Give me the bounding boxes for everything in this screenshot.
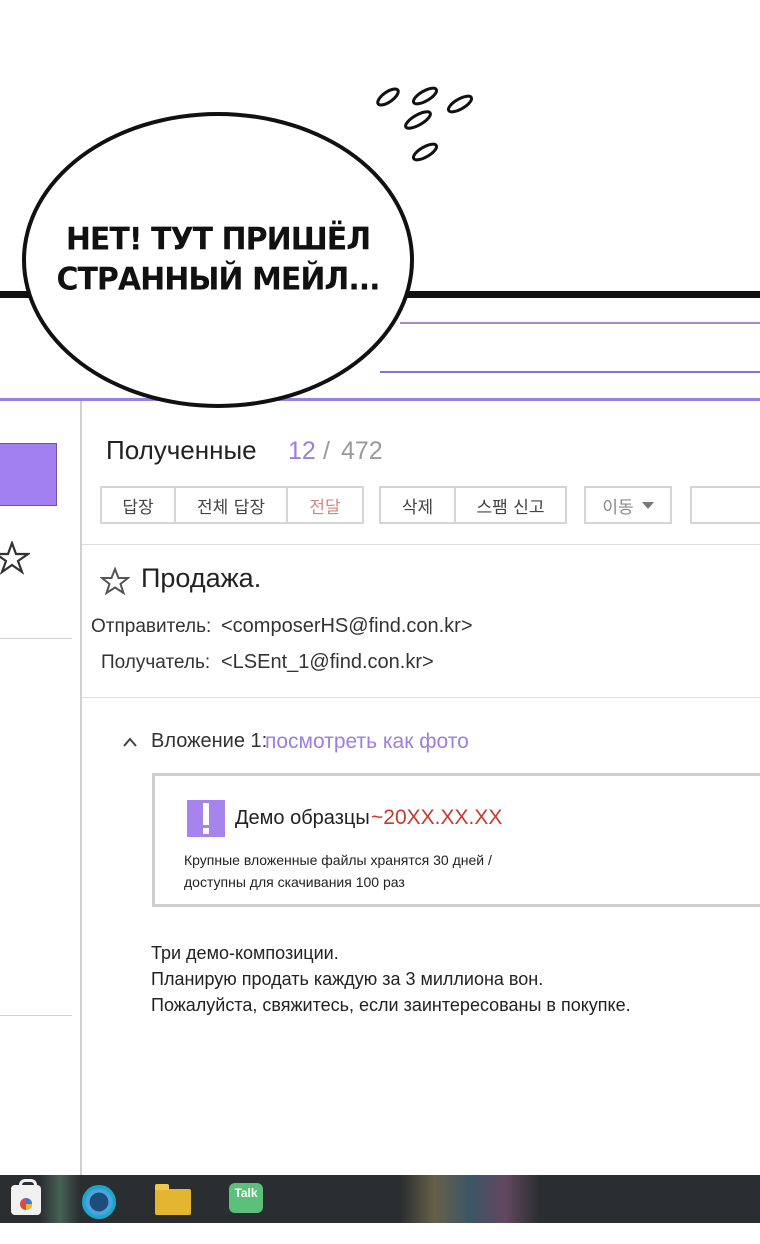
screen-glare — [400, 1175, 540, 1223]
reply-all-button[interactable]: 전체 답장 — [174, 488, 286, 522]
speech-text-line-2: СТРАННЫЙ МЕЙЛ... — [56, 261, 380, 298]
report-spam-button[interactable]: 스팸 신고 — [454, 488, 565, 522]
sidebar-divider — [0, 638, 72, 639]
recipient-address[interactable]: <LSEnt_1@find.con.kr> — [221, 651, 434, 674]
recipient-label: Получатель: — [101, 652, 211, 673]
mail-window: Полученные 12 / 472 답장 전체 답장 전달 삭제 스팸 신고… — [0, 398, 760, 1178]
sidebar-divider — [0, 1015, 72, 1016]
count-separator: / — [323, 437, 330, 465]
attachment-expiry-date: ~20XX.XX.XX — [371, 806, 503, 829]
speech-text-line-1: НЕТ! ТУТ ПРИШЁЛ — [65, 221, 371, 258]
left-sidebar — [0, 401, 82, 1178]
delete-button[interactable]: 삭제 — [381, 488, 454, 522]
total-count: 472 — [341, 437, 383, 465]
attachment-note-line-2: доступны для скачивания 100 раз — [184, 874, 405, 890]
compose-button[interactable] — [0, 443, 57, 506]
attachment-label: Вложение 1: — [151, 730, 268, 752]
sender-label: Отправитель: — [91, 616, 212, 637]
view-as-photo-link[interactable]: посмотреть как фото — [265, 730, 469, 754]
reply-button[interactable]: 답장 — [102, 488, 174, 522]
move-button[interactable]: 이동 — [586, 488, 670, 522]
move-dropdown[interactable]: 이동 — [584, 486, 672, 524]
dropdown-caret-icon — [641, 501, 654, 509]
sender-address[interactable]: <composerHS@find.con.kr> — [221, 615, 473, 638]
mail-subject: Продажа. — [141, 563, 262, 593]
attachment-file-name[interactable]: Демо образцы — [235, 807, 370, 830]
store-icon[interactable] — [11, 1179, 41, 1215]
star-icon[interactable] — [100, 567, 130, 595]
folder-icon[interactable] — [155, 1184, 191, 1215]
toolbar-divider — [82, 544, 760, 545]
mail-body-line: Три демо-композиции. — [151, 943, 339, 963]
attachment-note-line-1: Крупные вложенные файлы хранятся 30 дней… — [184, 852, 492, 868]
mail-body-line: Пожалуйста, свяжитесь, если заинтересова… — [151, 995, 631, 1015]
chat-app-label: Talk — [234, 1186, 258, 1200]
window-top-line — [400, 322, 760, 324]
speech-bubble: НЕТ! ТУТ ПРИШЁЛ СТРАННЫЙ МЕЙЛ... — [22, 112, 414, 408]
chevron-up-icon[interactable] — [122, 736, 138, 748]
header-divider — [82, 697, 760, 698]
browser-icon[interactable] — [82, 1185, 116, 1219]
folder-title: Полученные — [106, 435, 257, 465]
reply-button-group: 답장 전체 답장 전달 — [100, 486, 364, 524]
action-button-group: 삭제 스팸 신고 — [379, 486, 567, 524]
forward-button[interactable]: 전달 — [286, 488, 362, 522]
taskbar: Talk — [0, 1175, 760, 1223]
window-top-line-2 — [380, 371, 760, 373]
chat-app-icon[interactable]: Talk — [229, 1183, 263, 1213]
unread-count: 12 — [288, 437, 316, 465]
attachment-card[interactable]: Демо образцы ~20XX.XX.XX Крупные вложенн… — [152, 773, 760, 907]
search-input[interactable] — [690, 486, 760, 524]
monitor-bottom-bezel — [0, 1223, 760, 1244]
star-icon[interactable] — [0, 541, 30, 575]
sweat-marks-icon — [376, 86, 474, 162]
screen-glare — [40, 1175, 80, 1223]
mail-body-line: Планирую продать каждую за 3 миллиона во… — [151, 969, 544, 989]
move-label: 이동 — [602, 497, 634, 518]
warning-file-icon — [187, 800, 225, 837]
